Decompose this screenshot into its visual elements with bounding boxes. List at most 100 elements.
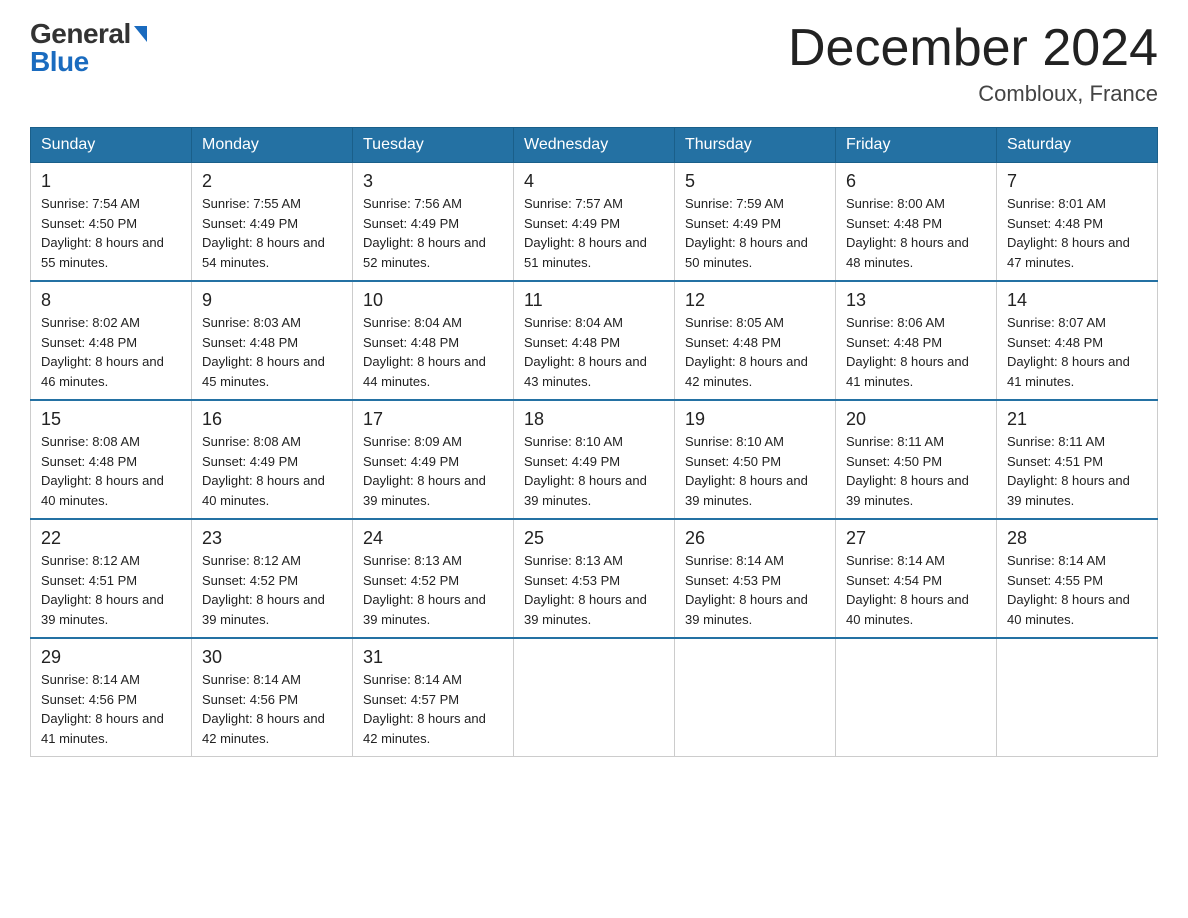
calendar-week-row: 22 Sunrise: 8:12 AMSunset: 4:51 PMDaylig… <box>31 519 1158 638</box>
col-saturday: Saturday <box>997 128 1158 163</box>
day-info: Sunrise: 8:08 AMSunset: 4:49 PMDaylight:… <box>202 434 325 508</box>
calendar-cell: 31 Sunrise: 8:14 AMSunset: 4:57 PMDaylig… <box>353 638 514 757</box>
day-info: Sunrise: 8:11 AMSunset: 4:51 PMDaylight:… <box>1007 434 1130 508</box>
day-info: Sunrise: 8:04 AMSunset: 4:48 PMDaylight:… <box>363 315 486 389</box>
month-title: December 2024 <box>788 20 1158 77</box>
calendar-cell: 11 Sunrise: 8:04 AMSunset: 4:48 PMDaylig… <box>514 281 675 400</box>
calendar-week-row: 1 Sunrise: 7:54 AMSunset: 4:50 PMDayligh… <box>31 163 1158 282</box>
calendar-cell: 9 Sunrise: 8:03 AMSunset: 4:48 PMDayligh… <box>192 281 353 400</box>
day-number: 18 <box>524 409 664 430</box>
day-info: Sunrise: 8:12 AMSunset: 4:52 PMDaylight:… <box>202 553 325 627</box>
day-info: Sunrise: 8:00 AMSunset: 4:48 PMDaylight:… <box>846 196 969 270</box>
col-wednesday: Wednesday <box>514 128 675 163</box>
day-info: Sunrise: 8:14 AMSunset: 4:56 PMDaylight:… <box>202 672 325 746</box>
day-info: Sunrise: 7:59 AMSunset: 4:49 PMDaylight:… <box>685 196 808 270</box>
location: Combloux, France <box>788 81 1158 107</box>
day-info: Sunrise: 7:56 AMSunset: 4:49 PMDaylight:… <box>363 196 486 270</box>
calendar-cell: 29 Sunrise: 8:14 AMSunset: 4:56 PMDaylig… <box>31 638 192 757</box>
day-number: 14 <box>1007 290 1147 311</box>
day-info: Sunrise: 8:03 AMSunset: 4:48 PMDaylight:… <box>202 315 325 389</box>
calendar-cell: 16 Sunrise: 8:08 AMSunset: 4:49 PMDaylig… <box>192 400 353 519</box>
day-number: 22 <box>41 528 181 549</box>
day-number: 2 <box>202 171 342 192</box>
day-info: Sunrise: 8:06 AMSunset: 4:48 PMDaylight:… <box>846 315 969 389</box>
day-number: 11 <box>524 290 664 311</box>
day-info: Sunrise: 7:54 AMSunset: 4:50 PMDaylight:… <box>41 196 164 270</box>
day-number: 30 <box>202 647 342 668</box>
day-info: Sunrise: 8:14 AMSunset: 4:56 PMDaylight:… <box>41 672 164 746</box>
calendar-cell: 12 Sunrise: 8:05 AMSunset: 4:48 PMDaylig… <box>675 281 836 400</box>
calendar-cell: 18 Sunrise: 8:10 AMSunset: 4:49 PMDaylig… <box>514 400 675 519</box>
calendar-cell: 24 Sunrise: 8:13 AMSunset: 4:52 PMDaylig… <box>353 519 514 638</box>
page-header: General Blue December 2024 Combloux, Fra… <box>30 20 1158 107</box>
day-number: 25 <box>524 528 664 549</box>
day-info: Sunrise: 8:11 AMSunset: 4:50 PMDaylight:… <box>846 434 969 508</box>
col-monday: Monday <box>192 128 353 163</box>
day-number: 23 <box>202 528 342 549</box>
logo: General Blue <box>30 20 147 76</box>
col-tuesday: Tuesday <box>353 128 514 163</box>
day-number: 9 <box>202 290 342 311</box>
day-info: Sunrise: 8:10 AMSunset: 4:49 PMDaylight:… <box>524 434 647 508</box>
calendar-cell: 20 Sunrise: 8:11 AMSunset: 4:50 PMDaylig… <box>836 400 997 519</box>
day-number: 20 <box>846 409 986 430</box>
day-number: 12 <box>685 290 825 311</box>
day-number: 19 <box>685 409 825 430</box>
day-number: 6 <box>846 171 986 192</box>
day-info: Sunrise: 8:05 AMSunset: 4:48 PMDaylight:… <box>685 315 808 389</box>
day-number: 24 <box>363 528 503 549</box>
calendar-cell <box>836 638 997 757</box>
calendar-cell <box>675 638 836 757</box>
calendar-cell: 26 Sunrise: 8:14 AMSunset: 4:53 PMDaylig… <box>675 519 836 638</box>
day-info: Sunrise: 7:57 AMSunset: 4:49 PMDaylight:… <box>524 196 647 270</box>
title-block: December 2024 Combloux, France <box>788 20 1158 107</box>
calendar-cell: 23 Sunrise: 8:12 AMSunset: 4:52 PMDaylig… <box>192 519 353 638</box>
calendar-cell: 10 Sunrise: 8:04 AMSunset: 4:48 PMDaylig… <box>353 281 514 400</box>
day-info: Sunrise: 8:07 AMSunset: 4:48 PMDaylight:… <box>1007 315 1130 389</box>
calendar-cell: 25 Sunrise: 8:13 AMSunset: 4:53 PMDaylig… <box>514 519 675 638</box>
day-info: Sunrise: 8:14 AMSunset: 4:54 PMDaylight:… <box>846 553 969 627</box>
day-info: Sunrise: 8:13 AMSunset: 4:53 PMDaylight:… <box>524 553 647 627</box>
calendar-cell <box>997 638 1158 757</box>
day-info: Sunrise: 8:09 AMSunset: 4:49 PMDaylight:… <box>363 434 486 508</box>
day-number: 5 <box>685 171 825 192</box>
calendar-cell: 6 Sunrise: 8:00 AMSunset: 4:48 PMDayligh… <box>836 163 997 282</box>
calendar-cell: 4 Sunrise: 7:57 AMSunset: 4:49 PMDayligh… <box>514 163 675 282</box>
calendar-cell: 22 Sunrise: 8:12 AMSunset: 4:51 PMDaylig… <box>31 519 192 638</box>
day-info: Sunrise: 8:12 AMSunset: 4:51 PMDaylight:… <box>41 553 164 627</box>
calendar-cell: 30 Sunrise: 8:14 AMSunset: 4:56 PMDaylig… <box>192 638 353 757</box>
col-friday: Friday <box>836 128 997 163</box>
calendar-cell: 1 Sunrise: 7:54 AMSunset: 4:50 PMDayligh… <box>31 163 192 282</box>
day-number: 26 <box>685 528 825 549</box>
day-number: 28 <box>1007 528 1147 549</box>
day-number: 4 <box>524 171 664 192</box>
day-number: 31 <box>363 647 503 668</box>
day-number: 17 <box>363 409 503 430</box>
calendar-cell: 8 Sunrise: 8:02 AMSunset: 4:48 PMDayligh… <box>31 281 192 400</box>
calendar-cell: 17 Sunrise: 8:09 AMSunset: 4:49 PMDaylig… <box>353 400 514 519</box>
day-number: 10 <box>363 290 503 311</box>
day-info: Sunrise: 8:01 AMSunset: 4:48 PMDaylight:… <box>1007 196 1130 270</box>
day-number: 13 <box>846 290 986 311</box>
day-info: Sunrise: 8:14 AMSunset: 4:57 PMDaylight:… <box>363 672 486 746</box>
day-number: 21 <box>1007 409 1147 430</box>
calendar-cell: 28 Sunrise: 8:14 AMSunset: 4:55 PMDaylig… <box>997 519 1158 638</box>
day-number: 16 <box>202 409 342 430</box>
day-number: 1 <box>41 171 181 192</box>
day-info: Sunrise: 8:02 AMSunset: 4:48 PMDaylight:… <box>41 315 164 389</box>
col-thursday: Thursday <box>675 128 836 163</box>
calendar-cell: 14 Sunrise: 8:07 AMSunset: 4:48 PMDaylig… <box>997 281 1158 400</box>
calendar-cell: 13 Sunrise: 8:06 AMSunset: 4:48 PMDaylig… <box>836 281 997 400</box>
calendar-cell: 27 Sunrise: 8:14 AMSunset: 4:54 PMDaylig… <box>836 519 997 638</box>
day-number: 15 <box>41 409 181 430</box>
calendar-week-row: 8 Sunrise: 8:02 AMSunset: 4:48 PMDayligh… <box>31 281 1158 400</box>
calendar-cell: 7 Sunrise: 8:01 AMSunset: 4:48 PMDayligh… <box>997 163 1158 282</box>
day-number: 7 <box>1007 171 1147 192</box>
calendar-cell: 15 Sunrise: 8:08 AMSunset: 4:48 PMDaylig… <box>31 400 192 519</box>
day-number: 27 <box>846 528 986 549</box>
day-number: 29 <box>41 647 181 668</box>
calendar-cell: 3 Sunrise: 7:56 AMSunset: 4:49 PMDayligh… <box>353 163 514 282</box>
day-info: Sunrise: 8:13 AMSunset: 4:52 PMDaylight:… <box>363 553 486 627</box>
day-info: Sunrise: 8:04 AMSunset: 4:48 PMDaylight:… <box>524 315 647 389</box>
day-info: Sunrise: 8:10 AMSunset: 4:50 PMDaylight:… <box>685 434 808 508</box>
